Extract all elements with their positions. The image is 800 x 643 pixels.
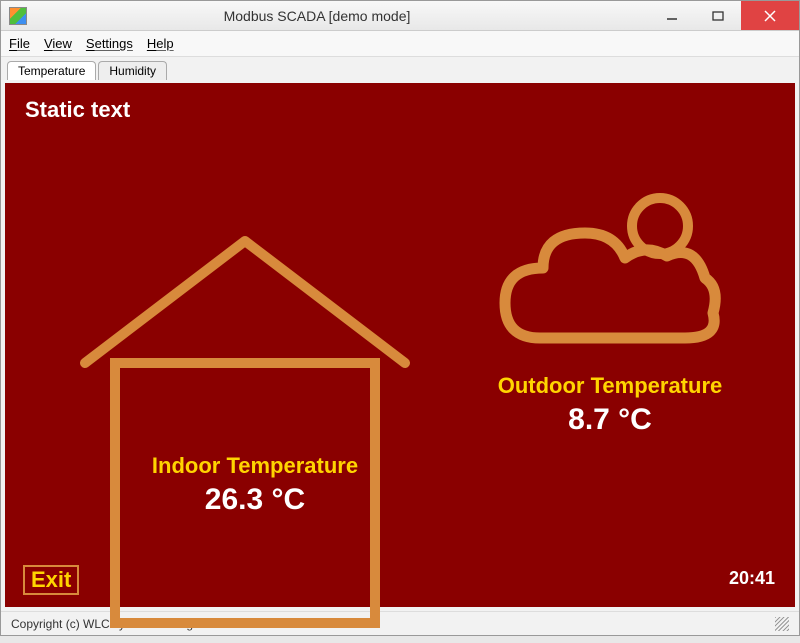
menu-help[interactable]: Help — [147, 36, 174, 51]
resize-grip-icon[interactable] — [775, 617, 789, 631]
maximize-icon — [712, 10, 724, 22]
titlebar: Modbus SCADA [demo mode] — [1, 1, 799, 31]
tabbar: Temperature Humidity — [1, 57, 799, 79]
indoor-temperature-label: Indoor Temperature — [115, 453, 395, 479]
menubar: File View Settings Help — [1, 31, 799, 57]
tab-temperature[interactable]: Temperature — [7, 61, 96, 80]
house-icon — [75, 213, 415, 643]
tab-label: Humidity — [109, 64, 156, 78]
exit-button-label: Exit — [31, 567, 71, 592]
scada-canvas: Static text Indoor Temperature 26.3 °C O… — [5, 83, 795, 607]
outdoor-temperature-group: Outdoor Temperature 8.7 °C — [480, 373, 740, 437]
maximize-button[interactable] — [695, 1, 741, 30]
menu-file[interactable]: File — [9, 36, 30, 51]
outdoor-temperature-value: 8.7 °C — [480, 403, 740, 437]
window-title: Modbus SCADA [demo mode] — [0, 8, 649, 24]
minimize-icon — [666, 10, 678, 22]
indoor-temperature-group: Indoor Temperature 26.3 °C — [115, 453, 395, 517]
clock-display: 20:41 — [729, 568, 775, 589]
menu-settings[interactable]: Settings — [86, 36, 133, 51]
tab-humidity[interactable]: Humidity — [98, 61, 167, 80]
tab-label: Temperature — [18, 64, 85, 78]
outdoor-temperature-label: Outdoor Temperature — [480, 373, 740, 399]
menu-view[interactable]: View — [44, 36, 72, 51]
indoor-temperature-value: 26.3 °C — [115, 483, 395, 517]
close-button[interactable] — [741, 1, 799, 30]
minimize-button[interactable] — [649, 1, 695, 30]
app-window: Modbus SCADA [demo mode] File View Setti… — [0, 0, 800, 636]
canvas-container: Static text Indoor Temperature 26.3 °C O… — [1, 79, 799, 611]
cloud-sun-icon — [495, 188, 725, 368]
close-icon — [764, 10, 776, 22]
window-controls — [649, 1, 799, 30]
exit-button[interactable]: Exit — [23, 565, 79, 595]
static-text-label: Static text — [25, 97, 130, 123]
